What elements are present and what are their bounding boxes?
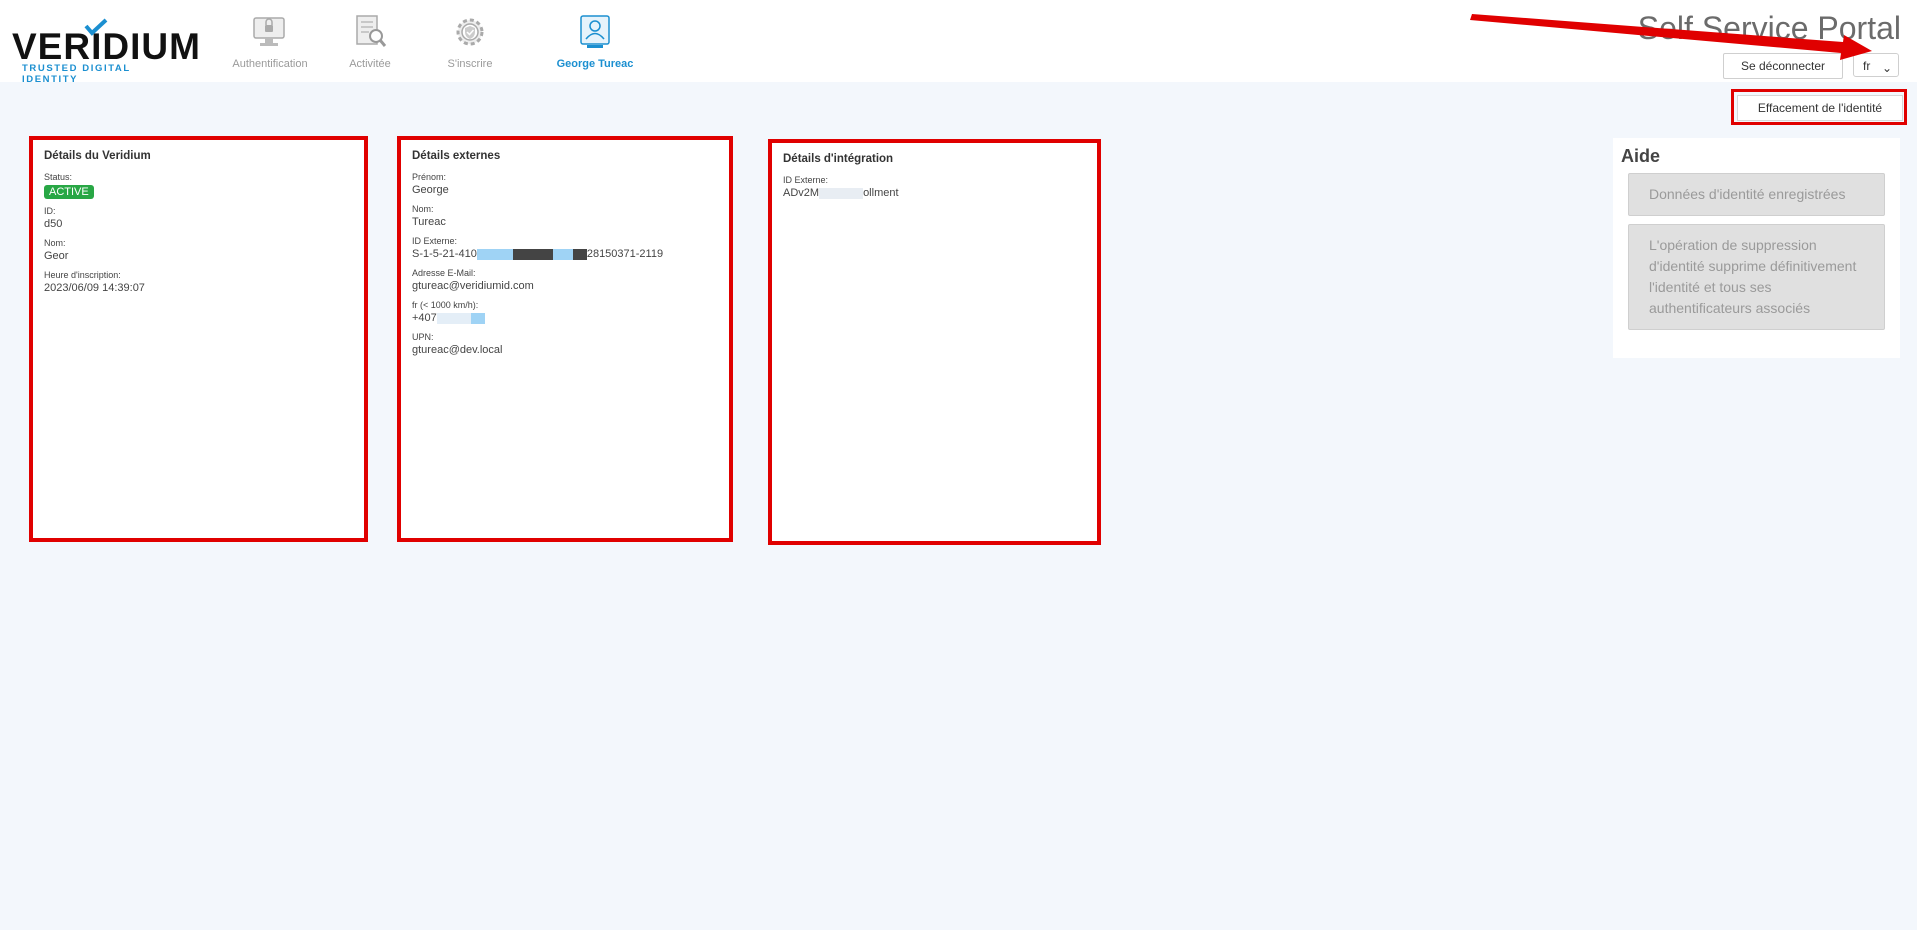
logout-button[interactable]: Se déconnecter — [1723, 53, 1843, 79]
document-search-icon — [356, 15, 387, 47]
redaction-mark — [819, 187, 864, 199]
top-bar: VERIDIUM TRUSTED DIGITAL IDENTITY Authen… — [0, 0, 1917, 85]
logo-tagline: TRUSTED DIGITAL IDENTITY — [22, 63, 131, 85]
help-panel: Aide Données d'identité enregistrées L'o… — [1613, 138, 1900, 358]
card-integration-details: Détails d'intégration ID Externe: ADv2M o… — [768, 139, 1101, 545]
redaction-mark — [436, 312, 471, 324]
card-veridium-details: Détails du Veridium Status: ACTIVE ID: d… — [29, 136, 368, 542]
card-external-details: Détails externes Prénom: George Nom: Tur… — [397, 136, 733, 542]
nav-label: S'inscrire — [447, 58, 493, 70]
lastname-label: Nom: — [412, 204, 434, 214]
gear-shield-icon — [456, 18, 484, 46]
user-id-card-icon — [580, 15, 610, 48]
nav-label: George Tureac — [556, 58, 634, 70]
lastname-value: Tureac — [412, 216, 446, 228]
integration-id-value: ADv2M ollment — [783, 187, 1086, 201]
external-id-prefix: S-1-5-21-410 — [412, 248, 477, 260]
external-id-value: S-1-5-21-410 28150371-2119 — [412, 248, 718, 262]
card-title: Détails du Veridium — [44, 150, 151, 162]
card-title: Détails d'intégration — [783, 153, 894, 165]
id-value: d50 — [44, 218, 63, 230]
logo-check-icon — [84, 18, 108, 36]
redaction-mark — [552, 248, 573, 260]
help-item-delete-info[interactable]: L'opération de suppression d'identité su… — [1628, 224, 1885, 330]
name-value: Geor — [44, 250, 69, 262]
upn-value: gtureac@dev.local — [412, 344, 503, 356]
enroll-time-label: Heure d'inscription: — [44, 270, 121, 280]
phone-label: fr (< 1000 km/h): — [412, 300, 479, 310]
redaction-mark — [572, 248, 587, 260]
language-select[interactable]: fr ⌄ — [1853, 53, 1899, 77]
erase-identity-highlight: Effacement de l'identité — [1731, 89, 1907, 125]
phone-prefix: +407 — [412, 312, 437, 324]
redaction-mark — [476, 248, 513, 260]
nav-authentification[interactable]: Authentification — [215, 12, 325, 70]
erase-identity-button[interactable]: Effacement de l'identité — [1737, 95, 1903, 121]
veridium-logo[interactable]: VERIDIUM TRUSTED DIGITAL IDENTITY — [12, 18, 200, 85]
external-id-suffix: 28150371-2119 — [586, 248, 664, 260]
help-title: Aide — [1621, 146, 1661, 166]
redaction-mark — [470, 312, 485, 324]
firstname-label: Prénom: — [412, 172, 447, 182]
status-label: Status: — [44, 172, 73, 182]
status-row: ACTIVE — [44, 182, 353, 200]
nav-sinscrire[interactable]: S'inscrire — [415, 12, 525, 70]
id-label: ID: — [44, 206, 56, 216]
chevron-down-icon: ⌄ — [1881, 61, 1892, 75]
nav-activitee[interactable]: Activitée — [315, 12, 425, 70]
status-badge: ACTIVE — [44, 185, 94, 199]
nav-label: Activitée — [349, 58, 391, 70]
monitor-lock-icon — [253, 17, 285, 46]
redaction-mark — [512, 248, 553, 260]
name-label: Nom: — [44, 238, 66, 248]
nav-label: Authentification — [232, 58, 308, 70]
upn-label: UPN: — [412, 332, 434, 342]
firstname-value: George — [412, 184, 449, 196]
integration-id-suffix: ollment — [863, 187, 899, 199]
integration-id-label: ID Externe: — [783, 175, 829, 185]
nav-profile-george-tureac[interactable]: George Tureac — [540, 12, 650, 70]
help-item-identity-data[interactable]: Données d'identité enregistrées — [1628, 173, 1885, 216]
external-id-label: ID Externe: — [412, 236, 458, 246]
email-label: Adresse E-Mail: — [412, 268, 476, 278]
language-selected-value: fr — [1863, 59, 1871, 73]
enroll-time-value: 2023/06/09 14:39:07 — [44, 282, 145, 294]
portal-title: Self Service Portal — [1637, 10, 1901, 46]
email-value: gtureac@veridiumid.com — [412, 280, 534, 292]
card-title: Détails externes — [412, 150, 501, 162]
phone-value: +407 — [412, 312, 718, 326]
integration-id-prefix: ADv2M — [783, 187, 820, 199]
